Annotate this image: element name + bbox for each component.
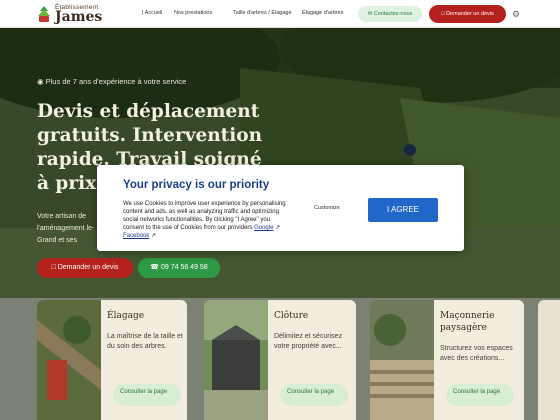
hero-quote-button[interactable]: □ Demander un devis — [37, 258, 133, 278]
agree-button[interactable]: I AGREE — [368, 198, 438, 222]
card-button[interactable]: Consulter la page — [280, 384, 348, 406]
next-card-peek — [538, 300, 560, 420]
document-icon: □ — [51, 264, 56, 271]
site-logo[interactable]: Établissement James — [36, 3, 108, 25]
card-image-cloture — [204, 300, 268, 420]
card-title: Clôture — [274, 311, 309, 321]
contact-button-label: Contactez-nous — [373, 11, 413, 17]
contact-button[interactable]: ✉ Contactez-nous — [358, 6, 422, 22]
card-image-elagage — [37, 300, 101, 420]
badge-icon: ◉ — [37, 77, 44, 86]
chat-icon: ✉ — [367, 11, 373, 17]
logo-tree-icon — [38, 6, 50, 22]
nav-item-taille[interactable]: Taille d'arbres / Élagage — [233, 10, 292, 16]
logo-name: James — [55, 9, 103, 25]
nav-item-prestations[interactable]: Nos prestations — [174, 10, 212, 16]
google-link[interactable]: Google — [254, 225, 273, 231]
service-card-cloture[interactable]: Clôture Délimitez et sécurisez votre pro… — [204, 300, 356, 420]
external-link-icon: ↗ — [275, 225, 281, 231]
service-card-maconnerie[interactable]: Maçonnerie paysagère Structurez vos espa… — [370, 300, 524, 420]
card-text: La maîtrise de la taille et du soin des … — [107, 333, 183, 350]
cookie-title: Your privacy is our priority — [123, 179, 270, 191]
facebook-link[interactable]: Facebook — [123, 233, 149, 239]
site-header: Établissement James | Accueil Nos presta… — [0, 0, 560, 28]
card-button[interactable]: Consulter la page — [113, 384, 181, 406]
customize-button[interactable]: Customize — [314, 205, 340, 211]
card-text: Structurez vos espaces avec des création… — [440, 345, 513, 362]
card-button[interactable]: Consulter la page — [446, 384, 514, 406]
hero-kicker: ◉ Plus de 7 ans d'expérience à votre ser… — [37, 77, 186, 86]
header-quote-label: Demander un devis — [446, 11, 494, 17]
nav-item-accueil[interactable]: | Accueil — [142, 10, 162, 16]
card-image-maconnerie — [370, 300, 434, 420]
accessibility-icon[interactable]: ⚙ — [511, 9, 521, 19]
cookie-body: We use Cookies to improve user experienc… — [123, 200, 291, 240]
card-title: Élagage — [107, 311, 145, 321]
header-quote-button[interactable]: □ Demander un devis — [429, 5, 506, 23]
external-link-icon: ↗ — [151, 233, 157, 239]
hero-quote-label: Demander un devis — [57, 264, 119, 271]
hero-phone-button[interactable]: ☎ 09 74 56 49 58 — [138, 258, 220, 278]
hero-phone-label: 09 74 56 49 58 — [160, 264, 208, 271]
hero-kicker-text: Plus de 7 ans d'expérience à votre servi… — [45, 77, 187, 86]
phone-icon: ☎ — [150, 264, 160, 271]
card-text: Délimitez et sécurisez votre propriété a… — [274, 333, 343, 350]
nav-item-elagage[interactable]: Élagage d'arbres — [302, 10, 343, 16]
service-card-elagage[interactable]: Élagage La maîtrise de la taille et du s… — [37, 300, 187, 420]
card-title: Maçonnerie paysagère — [440, 311, 495, 333]
document-icon: □ — [441, 11, 445, 17]
cookie-consent-dialog: Your privacy is our priority We use Cook… — [97, 165, 464, 251]
